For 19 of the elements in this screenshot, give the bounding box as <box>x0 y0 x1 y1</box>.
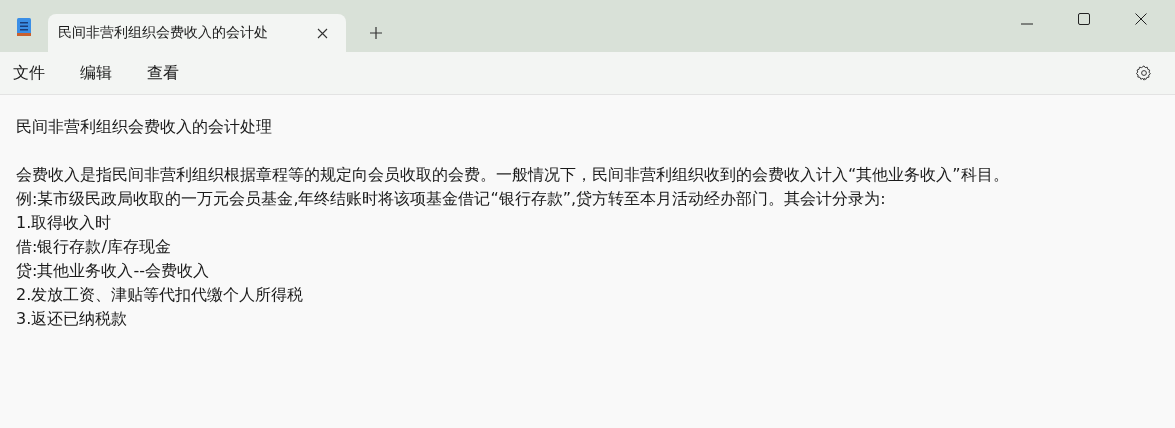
text-line: 会费收入是指民间非营利组织根据章程等的规定向会员收取的会费。一般情况下，民间非营利组织收到的会费收入计入“其他业务收入”科目。 <box>16 164 1010 186</box>
text-line: 1.取得收入时 <box>16 212 113 234</box>
notepad-icon <box>16 17 32 37</box>
close-icon[interactable] <box>1135 13 1147 25</box>
text-line: 借:银行存款/库存现金 <box>16 236 172 258</box>
menu-item[interactable]: 编辑 <box>80 62 112 84</box>
settings-icon[interactable] <box>1135 64 1153 82</box>
menu-item[interactable]: 文件 <box>13 62 45 84</box>
menu-item[interactable]: 查看 <box>147 62 179 84</box>
new-tab-icon[interactable] <box>370 27 382 39</box>
close-icon[interactable] <box>317 27 328 39</box>
text-line: 民间非营利组织会费收入的会计处理 <box>16 116 273 138</box>
tab-title: 民间非营利组织会费收入的会计处 <box>58 24 269 42</box>
text-line: 贷:其他业务收入--会费收入 <box>16 260 210 282</box>
text-line: 例:某市级民政局收取的一万元会员基金,年终结账时将该项基金借记“银行存款”,贷方转至本月活动经办部门。其会计分录为: <box>16 188 887 210</box>
maximize-icon[interactable] <box>1078 13 1090 25</box>
document-tab[interactable]: 民间非营利组织会费收入的会计处 <box>48 14 346 52</box>
text-line: 3.返还已纳税款 <box>16 308 129 330</box>
text-line: 2.发放工资、津贴等代扣代缴个人所得税 <box>16 284 305 306</box>
